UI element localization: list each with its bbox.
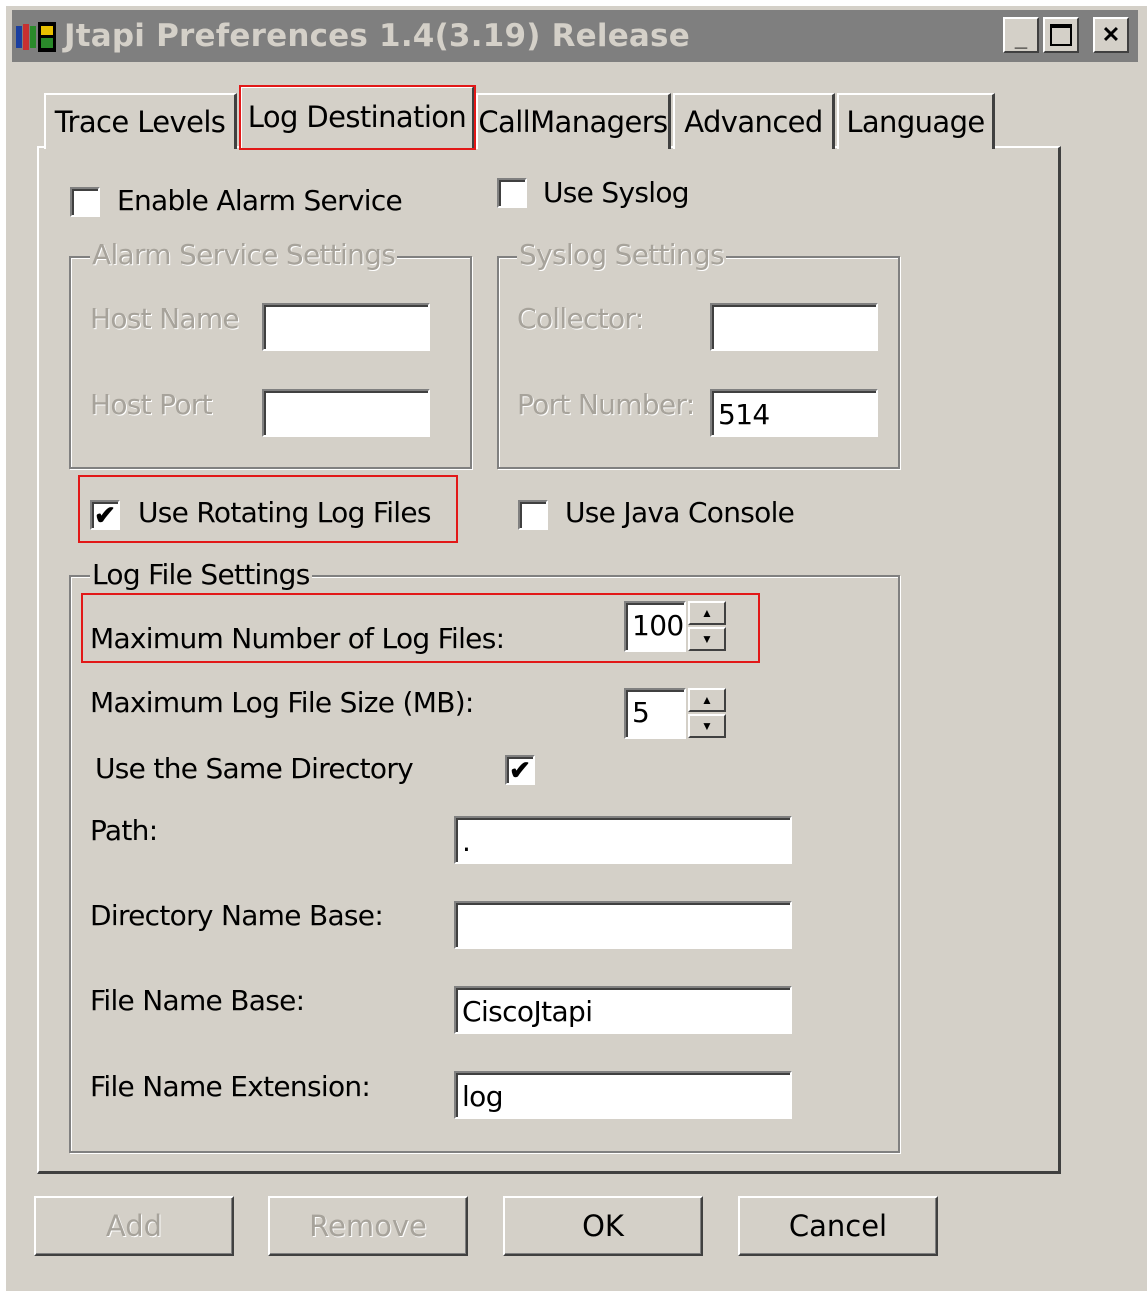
- enable-alarm-checkbox[interactable]: [70, 187, 100, 217]
- enable-alarm-label: Enable Alarm Service: [117, 184, 403, 217]
- rotating-log-checkbox[interactable]: ✔: [90, 500, 120, 530]
- use-syslog-label: Use Syslog: [543, 176, 690, 209]
- host-port-label: Host Port: [90, 388, 213, 421]
- port-number-field[interactable]: 514: [710, 389, 878, 437]
- tab-trace-levels[interactable]: Trace Levels: [44, 93, 237, 149]
- host-name-field[interactable]: [262, 303, 430, 351]
- directory-name-base-label: Directory Name Base:: [90, 899, 384, 932]
- host-name-label: Host Name: [90, 302, 240, 335]
- window-title: Jtapi Preferences 1.4(3.19) Release: [64, 18, 690, 54]
- tab-label: Trace Levels: [54, 105, 226, 139]
- collector-label: Collector:: [517, 302, 644, 335]
- alarm-settings-title: Alarm Service Settings: [90, 238, 398, 271]
- file-name-extension-label: File Name Extension:: [90, 1070, 371, 1103]
- tab-callmanagers[interactable]: CallManagers: [476, 93, 671, 149]
- spin-down-icon: ▼: [701, 719, 713, 733]
- tab-advanced[interactable]: Advanced: [673, 93, 835, 149]
- java-console-label: Use Java Console: [565, 496, 795, 529]
- checkmark-icon: ✔: [509, 755, 531, 785]
- spin-up-icon: ▲: [701, 693, 713, 707]
- tab-highlight-box: [239, 85, 476, 150]
- remove-button[interactable]: Remove: [268, 1196, 468, 1256]
- add-button[interactable]: Add: [34, 1196, 234, 1256]
- max-files-spin-up[interactable]: ▲: [688, 601, 726, 625]
- app-icon: [16, 22, 58, 52]
- tab-language[interactable]: Language: [837, 93, 995, 149]
- collector-field[interactable]: [710, 303, 878, 351]
- tab-label: CallManagers: [478, 105, 668, 139]
- ok-button[interactable]: OK: [503, 1196, 703, 1256]
- tab-label: Advanced: [684, 105, 823, 139]
- file-name-extension-field[interactable]: log: [454, 1071, 792, 1119]
- maximize-button[interactable]: [1043, 17, 1079, 53]
- spin-down-icon: ▼: [701, 632, 713, 646]
- minimize-icon: _: [1014, 26, 1028, 51]
- syslog-settings-group: [497, 256, 900, 469]
- close-icon: ✕: [1101, 22, 1121, 47]
- rotating-log-label: Use Rotating Log Files: [138, 496, 432, 529]
- max-size-spin-down[interactable]: ▼: [688, 714, 726, 738]
- log-file-settings-title: Log File Settings: [90, 558, 312, 591]
- use-syslog-checkbox[interactable]: [497, 178, 527, 208]
- close-button[interactable]: ✕: [1093, 17, 1129, 53]
- host-port-field[interactable]: [262, 389, 430, 437]
- port-number-label: Port Number:: [517, 388, 695, 421]
- max-files-spin-down[interactable]: ▼: [688, 627, 726, 651]
- directory-name-base-field[interactable]: [454, 901, 792, 949]
- maximize-icon: [1050, 24, 1072, 46]
- max-size-input[interactable]: 5: [624, 688, 686, 739]
- checkmark-icon: ✔: [94, 500, 116, 530]
- spin-up-icon: ▲: [701, 606, 713, 620]
- alarm-settings-group: [69, 256, 472, 469]
- path-field[interactable]: .: [454, 816, 792, 864]
- same-directory-checkbox[interactable]: ✔: [505, 755, 535, 785]
- java-console-checkbox[interactable]: [518, 500, 548, 530]
- same-directory-label: Use the Same Directory: [95, 752, 414, 785]
- max-files-label: Maximum Number of Log Files:: [90, 622, 505, 655]
- max-size-spin-up[interactable]: ▲: [688, 688, 726, 712]
- cancel-button[interactable]: Cancel: [738, 1196, 938, 1256]
- syslog-settings-title: Syslog Settings: [517, 238, 726, 271]
- max-files-input[interactable]: 100: [624, 601, 686, 652]
- file-name-base-field[interactable]: CiscoJtapi: [454, 986, 792, 1034]
- tab-label: Language: [846, 105, 985, 139]
- file-name-base-label: File Name Base:: [90, 984, 305, 1017]
- minimize-button[interactable]: _: [1003, 17, 1039, 53]
- path-label: Path:: [90, 814, 158, 847]
- max-size-label: Maximum Log File Size (MB):: [90, 686, 474, 719]
